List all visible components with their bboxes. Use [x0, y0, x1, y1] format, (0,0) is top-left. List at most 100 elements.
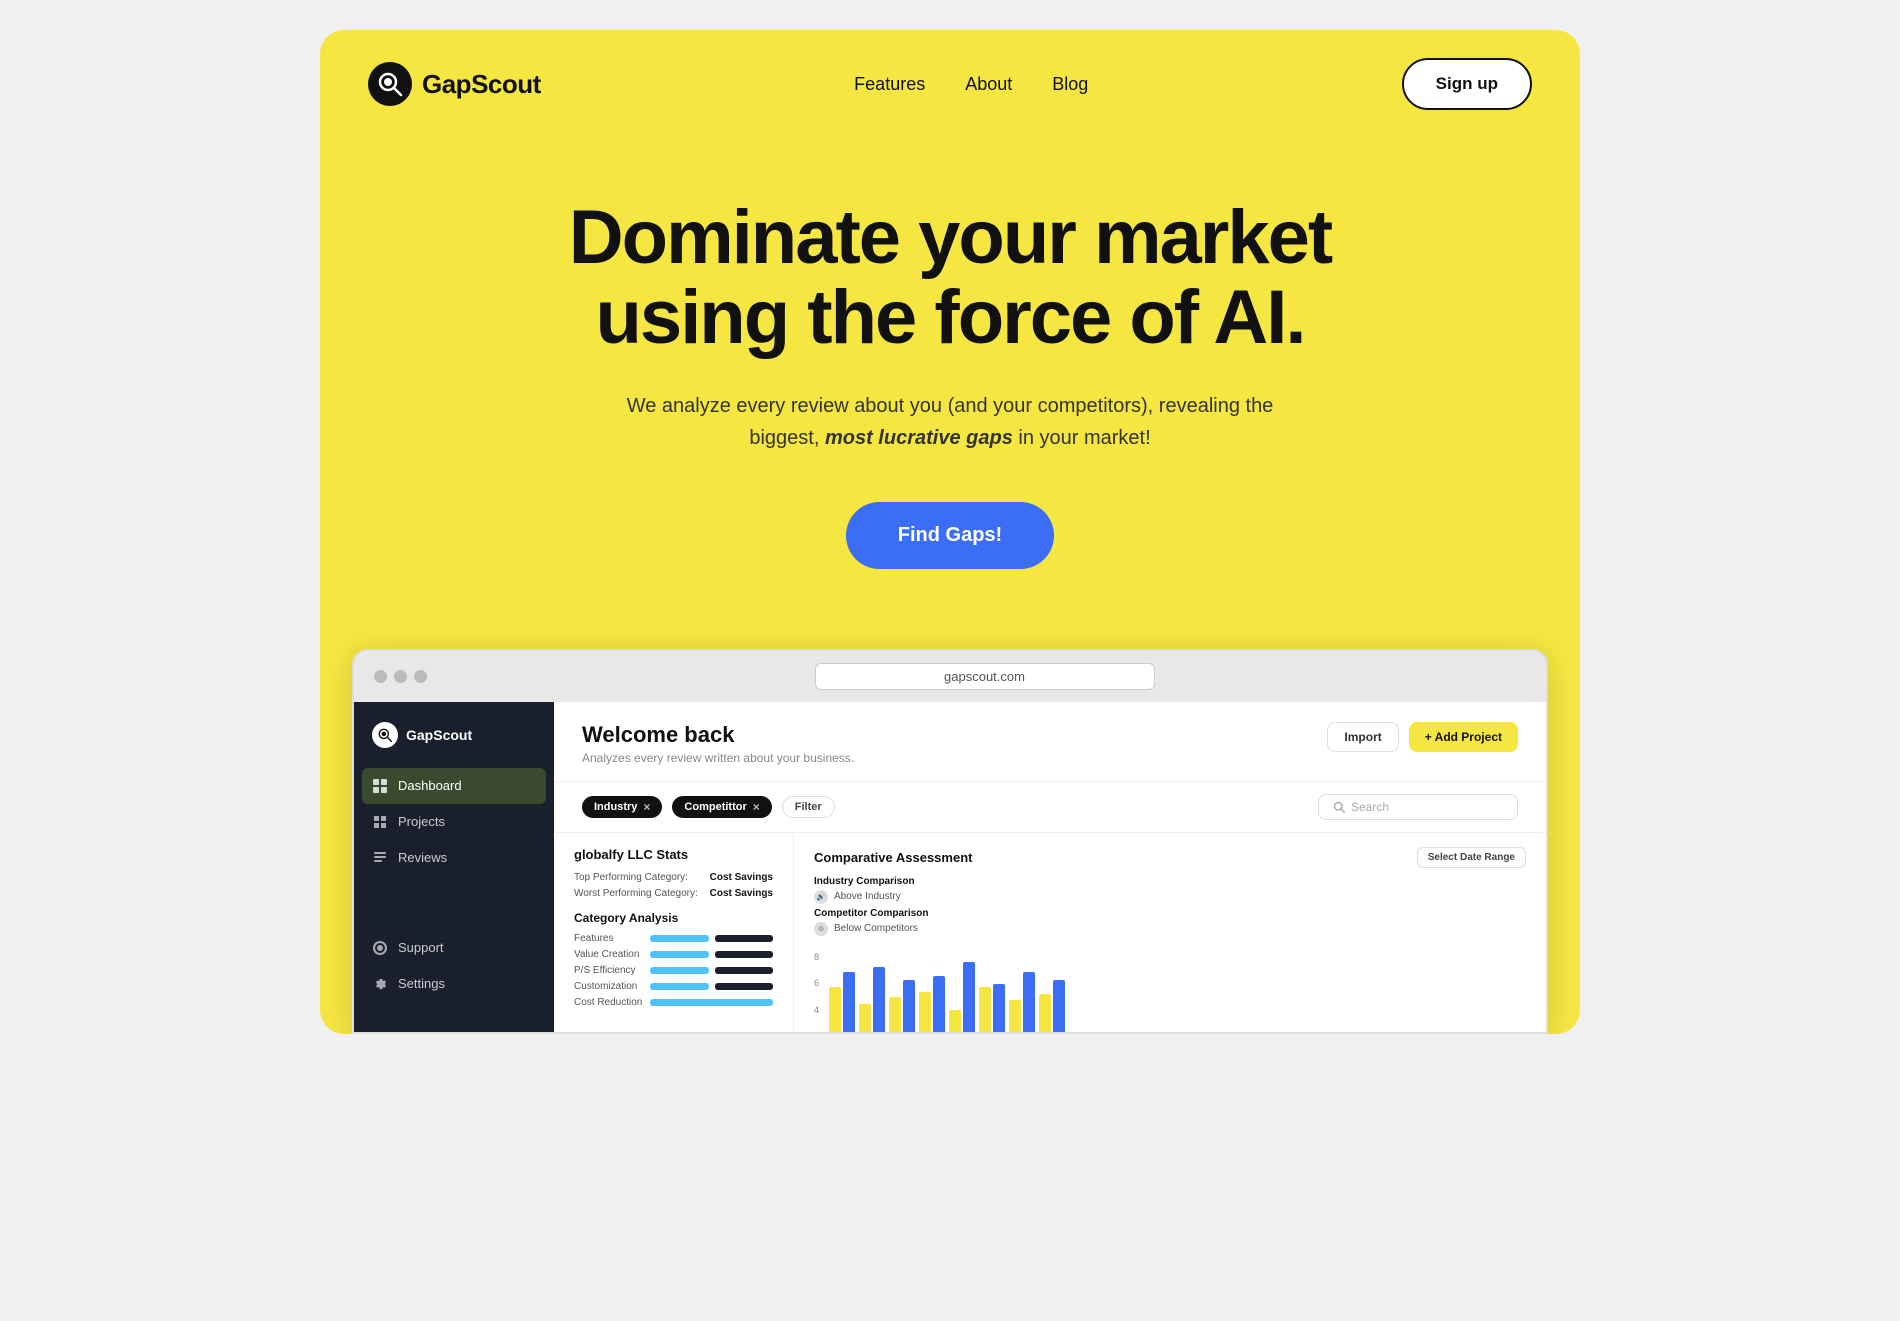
filter-industry[interactable]: Industry ×	[582, 796, 662, 818]
main-panel: Welcome back Analyzes every review writt…	[554, 702, 1546, 1032]
sidebar-item-reviews[interactable]: Reviews	[354, 840, 554, 876]
data-area: globalfy LLC Stats Top Performing Catego…	[554, 833, 1546, 1032]
category-analysis-title: Category Analysis	[574, 911, 773, 925]
chart-container: 8 6 4 2	[814, 944, 1526, 1032]
sidebar-label-settings: Settings	[398, 976, 445, 991]
filter-industry-remove[interactable]: ×	[643, 800, 650, 814]
cat-label-cost: Cost Reduction	[574, 997, 644, 1008]
hero-sub-em: most lucrative gaps	[825, 427, 1013, 449]
competitor-status-dot: ⊙	[814, 922, 828, 936]
main-card: GapScout Features About Blog Sign up Dom…	[320, 30, 1580, 1034]
comparative-title-text: Comparative Assessment	[814, 850, 972, 865]
hero-subtitle: We analyze every review about you (and y…	[610, 390, 1290, 454]
hero-title-line1: Dominate your market	[569, 195, 1331, 280]
sidebar-logo-icon	[372, 722, 398, 748]
competitor-comparison-row: Competitor Comparison	[814, 908, 1526, 919]
comparative-header: Comparative Assessment Select Date Range	[814, 847, 1526, 868]
industry-comparison-label: Industry Comparison	[814, 876, 915, 887]
sidebar-logo: GapScout	[354, 722, 554, 768]
sidebar-item-dashboard[interactable]: Dashboard	[362, 768, 546, 804]
industry-status-row: 🔊 Above Industry	[814, 890, 1526, 904]
browser-dots	[374, 670, 427, 683]
cat-bar-features: Features	[574, 933, 773, 944]
stat-top-label: Top Performing Category:	[574, 872, 688, 883]
chart-group-6	[979, 984, 1005, 1032]
cat-bar-cost-blue	[650, 999, 773, 1006]
chart-bar-b8	[1053, 980, 1065, 1032]
sidebar-label-support: Support	[398, 940, 444, 955]
sidebar-item-settings[interactable]: Settings	[354, 966, 554, 1002]
app-content: GapScout Dashboard Projects	[354, 702, 1546, 1032]
chart-bar-y3	[889, 997, 901, 1032]
nav-blog[interactable]: Blog	[1052, 74, 1088, 95]
chart-bar-y8	[1039, 994, 1051, 1032]
filter-competitor-remove[interactable]: ×	[753, 800, 760, 814]
cat-bar-features-blue	[650, 935, 709, 942]
cat-label-value: Value Creation	[574, 949, 644, 960]
browser-bar: gapscout.com	[354, 651, 1546, 702]
cat-label-features: Features	[574, 933, 644, 944]
cat-bar-value: Value Creation	[574, 949, 773, 960]
stat-worst-label: Worst Performing Category:	[574, 888, 698, 899]
hero-section: Dominate your market using the force of …	[320, 138, 1580, 619]
cat-bar-custom-blue	[650, 983, 709, 990]
panel-header: Welcome back Analyzes every review writt…	[554, 702, 1546, 782]
panel-actions: Import + Add Project	[1327, 722, 1518, 752]
logo: GapScout	[368, 62, 541, 106]
chart-bar-b7	[1023, 972, 1035, 1032]
browser-dot-yellow	[394, 670, 407, 683]
chart-bar-y4	[919, 992, 931, 1032]
chart-bar-y1	[829, 987, 841, 1032]
sidebar-item-support[interactable]: Support	[354, 930, 554, 966]
cat-bar-ps-blue	[650, 967, 709, 974]
cat-bar-ps-dark	[715, 967, 774, 974]
industry-status-dot: 🔊	[814, 890, 828, 904]
chart-bar-b4	[933, 976, 945, 1032]
cat-label-ps: P/S Efficiency	[574, 965, 644, 976]
hero-title-line2: using the force of AI.	[596, 275, 1305, 360]
chart-bars	[829, 952, 1065, 1032]
chart-bar-b5	[963, 962, 975, 1032]
comparative-panel: Comparative Assessment Select Date Range…	[794, 833, 1546, 1032]
competitor-status-row: ⊙ Below Competitors	[814, 922, 1526, 936]
search-field[interactable]: Search	[1318, 794, 1518, 820]
cat-bar-cost: Cost Reduction	[574, 997, 773, 1008]
chart-group-3	[889, 980, 915, 1032]
panel-title: Welcome back	[582, 722, 854, 748]
sidebar: GapScout Dashboard Projects	[354, 702, 554, 1032]
add-project-button[interactable]: + Add Project	[1409, 722, 1518, 752]
filter-competitor[interactable]: Competittor ×	[672, 796, 771, 818]
signup-button[interactable]: Sign up	[1402, 58, 1532, 110]
cat-label-custom: Customization	[574, 981, 644, 992]
chart-group-1	[829, 972, 855, 1032]
cat-bar-value-dark	[715, 951, 774, 958]
cat-bar-ps: P/S Efficiency	[574, 965, 773, 976]
stat-worst-val: Cost Savings	[710, 888, 773, 899]
chart-group-2	[859, 967, 885, 1032]
stats-panel: globalfy LLC Stats Top Performing Catego…	[554, 833, 794, 1032]
search-placeholder: Search	[1351, 800, 1389, 814]
chart-group-7	[1009, 972, 1035, 1032]
date-range-button[interactable]: Select Date Range	[1417, 847, 1526, 868]
stats-title: globalfy LLC Stats	[574, 847, 773, 862]
chart-bar-y7	[1009, 1000, 1021, 1032]
import-button[interactable]: Import	[1327, 722, 1398, 752]
sidebar-item-projects[interactable]: Projects	[354, 804, 554, 840]
nav-features[interactable]: Features	[854, 74, 925, 95]
panel-subtitle: Analyzes every review written about your…	[582, 751, 854, 765]
sidebar-logo-text: GapScout	[406, 727, 472, 743]
browser-dot-red	[374, 670, 387, 683]
cat-bar-features-dark	[715, 935, 774, 942]
panel-header-left: Welcome back Analyzes every review writt…	[582, 722, 854, 765]
chart-bar-b3	[903, 980, 915, 1032]
sidebar-label-dashboard: Dashboard	[398, 778, 462, 793]
find-gaps-button[interactable]: Find Gaps!	[846, 502, 1054, 569]
chart-bar-y5	[949, 1010, 961, 1032]
filter-button[interactable]: Filter	[782, 796, 835, 818]
logo-icon	[368, 62, 412, 106]
browser-url-bar[interactable]: gapscout.com	[815, 663, 1155, 690]
chart-bar-b6	[993, 984, 1005, 1032]
hero-title: Dominate your market using the force of …	[368, 198, 1532, 358]
nav-about[interactable]: About	[965, 74, 1012, 95]
chart-group-5	[949, 962, 975, 1032]
